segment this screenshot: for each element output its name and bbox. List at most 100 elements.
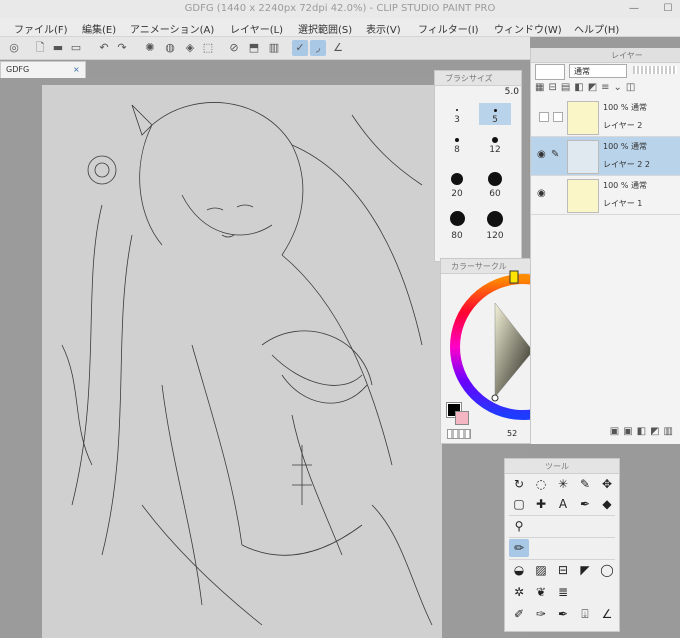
brush-size-cell[interactable]: 80 xyxy=(441,211,473,241)
layer-palette-title: レイヤー xyxy=(611,51,643,60)
transform-icon[interactable]: ⬒ xyxy=(246,40,262,56)
move-tool-icon[interactable]: ✥ xyxy=(597,475,617,493)
menu-layer[interactable]: レイヤー(L) xyxy=(230,21,283,36)
menu-filter[interactable]: フィルター(I) xyxy=(418,21,479,36)
pen-icon: ✎ xyxy=(551,149,560,160)
color-value-label: 52 xyxy=(507,429,518,438)
open-folder-icon[interactable]: ▬ xyxy=(50,40,66,56)
sub-color-swatch[interactable] xyxy=(455,411,469,425)
clear-icon[interactable]: ◍ xyxy=(162,40,178,56)
snap-ruler-icon[interactable]: ✓ xyxy=(292,40,308,56)
ruler-icon[interactable]: ◤ xyxy=(575,561,595,579)
brush-size-cell-selected[interactable]: 5 xyxy=(479,103,511,125)
tool-palette-header: ツール xyxy=(505,459,619,474)
gradient-icon[interactable]: ▨ xyxy=(531,561,551,579)
layer-row-selected[interactable]: ◉ ✎ 100 % 通常 レイヤー 2 2 xyxy=(531,137,680,176)
tool-separator xyxy=(509,537,615,538)
menu-view[interactable]: 表示(V) xyxy=(366,21,401,36)
brush-size-cell[interactable]: 3 xyxy=(441,103,473,125)
layer-mode: 100 % 通常 xyxy=(603,103,647,112)
snap-special-icon[interactable]: ◞ xyxy=(310,40,326,56)
brush-size-cell[interactable]: 60 xyxy=(479,171,511,199)
canvas-page[interactable] xyxy=(42,85,442,638)
color-circle-palette: カラーサークル 52 xyxy=(440,258,534,444)
decoration-icon[interactable]: ✲ xyxy=(509,583,529,601)
brush-tool-icon[interactable]: ✒ xyxy=(575,495,595,513)
layer-palette: レイヤー 通常 ▦⊟▤◧◩≡⌄◫ 100 % 通常 レイヤー 2 ◉ ✎ 100… xyxy=(530,48,680,444)
tool-palette-title: ツール xyxy=(545,462,569,471)
layer-row[interactable]: ◉ 100 % 通常 レイヤー 1 xyxy=(531,176,680,215)
blend-mode-select[interactable]: 通常 xyxy=(569,64,627,78)
loading-icon[interactable]: ✺ xyxy=(142,40,158,56)
marker-icon[interactable]: ✑ xyxy=(531,605,551,623)
command-bar: ◎ 🗋 ▬ ▭ ↶ ↷ ✺ ◍ ◈ ⬚ ⊘ ⬒ ▥ ✓ ◞ ∠ xyxy=(0,37,530,60)
eyedropper-tool-icon[interactable]: ✚ xyxy=(531,495,551,513)
close-tab-icon[interactable]: × xyxy=(73,65,80,74)
layer-thumbnail xyxy=(567,101,599,135)
transparent-color-swatch[interactable] xyxy=(447,429,471,439)
fill-icon[interactable]: ◈ xyxy=(182,40,198,56)
lasso-tool-icon[interactable]: ◌ xyxy=(531,475,551,493)
zoom-tool-icon[interactable]: ↻ xyxy=(509,475,529,493)
menu-help[interactable]: ヘルプ(H) xyxy=(574,21,619,36)
brush-size-cell[interactable]: 12 xyxy=(479,133,511,155)
deselect-icon[interactable]: ⊘ xyxy=(226,40,242,56)
maximize-button[interactable]: ☐ xyxy=(660,2,676,16)
brush-size-header: ブラシサイズ xyxy=(435,71,521,86)
eraser-tool-icon[interactable]: ◆ xyxy=(597,495,617,513)
airbrush-icon[interactable]: ≣ xyxy=(553,583,573,601)
eye-icon[interactable]: ◉ xyxy=(537,188,546,199)
fill-bucket-icon[interactable]: ◒ xyxy=(509,561,529,579)
menu-bar: ファイル(F) 編集(E) アニメーション(A) レイヤー(L) 選択範囲(S)… xyxy=(0,18,680,37)
color-picker-icon[interactable]: ✐ xyxy=(509,605,529,623)
layer-tool-icons[interactable]: ▦⊟▤◧◩≡⌄◫ xyxy=(535,82,677,96)
lock-pen-icon[interactable]: ⍗ xyxy=(575,605,595,623)
brush-size-cell[interactable]: 20 xyxy=(441,171,473,199)
selection-tool-icon[interactable]: ▢ xyxy=(509,495,529,513)
layer-lock-checkbox[interactable] xyxy=(553,112,563,122)
brush-size-palette: ブラシサイズ 5.0 3 5 8 12 20 60 80 120 xyxy=(434,70,522,262)
ruler-pen-icon[interactable]: ∠ xyxy=(330,40,346,56)
select-all-icon[interactable]: ⬚ xyxy=(200,40,216,56)
line-art-drawing xyxy=(61,102,433,626)
layer-palette-header: レイヤー xyxy=(531,48,680,63)
save-icon[interactable]: ▭ xyxy=(68,40,84,56)
redo-icon[interactable]: ↷ xyxy=(114,40,130,56)
layer-footer-icons[interactable]: ▣▣◧◩▥ xyxy=(535,426,677,440)
layer-row[interactable]: 100 % 通常 レイヤー 2 xyxy=(531,98,680,137)
menu-window[interactable]: ウィンドウ(W) xyxy=(494,21,562,36)
layer-name: レイヤー 2 xyxy=(603,121,643,130)
layer-visibility-checkbox[interactable] xyxy=(539,112,549,122)
balloon-icon[interactable]: ◯ xyxy=(597,561,617,579)
pencil-icon[interactable]: ✏ xyxy=(509,539,529,557)
clip-studio-icon[interactable]: ◎ xyxy=(6,40,22,56)
ruler-pen-icon[interactable]: ∠ xyxy=(597,605,617,623)
window-title: GDFG (1440 x 2240px 72dpi 42.0%) - CLIP … xyxy=(184,3,496,14)
layer-mode: 100 % 通常 xyxy=(603,181,647,190)
crop-icon[interactable]: ▥ xyxy=(266,40,282,56)
brush-size-cell[interactable]: 8 xyxy=(441,133,473,155)
blend-icon[interactable]: ❦ xyxy=(531,583,551,601)
magnifier-icon[interactable]: ⚲ xyxy=(509,517,529,535)
menu-animation[interactable]: アニメーション(A) xyxy=(130,21,214,36)
auto-select-tool-icon[interactable]: ✳ xyxy=(553,475,573,493)
text-tool-icon[interactable]: A xyxy=(553,495,573,513)
layer-mode: 100 % 通常 xyxy=(603,142,647,151)
menu-file[interactable]: ファイル(F) xyxy=(14,21,68,36)
brush-size-cell[interactable]: 120 xyxy=(479,211,511,241)
minimize-button[interactable]: — xyxy=(626,2,642,16)
opacity-slider[interactable] xyxy=(633,66,677,74)
dropper-icon[interactable]: ✒ xyxy=(553,605,573,623)
pen-tool-icon[interactable]: ✎ xyxy=(575,475,595,493)
brush-size-value[interactable]: 5.0 xyxy=(479,87,519,101)
new-file-icon[interactable]: 🗋 xyxy=(32,40,48,56)
document-tab-name: GDFG xyxy=(6,65,30,74)
eye-icon[interactable]: ◉ xyxy=(537,149,546,160)
layer-thumbnail xyxy=(567,179,599,213)
menu-selection[interactable]: 選択範囲(S) xyxy=(298,21,352,36)
document-tab[interactable]: GDFG × xyxy=(0,61,86,79)
frame-icon[interactable]: ⊟ xyxy=(553,561,573,579)
menu-edit[interactable]: 編集(E) xyxy=(82,21,116,36)
undo-icon[interactable]: ↶ xyxy=(96,40,112,56)
palette-color-dropdown[interactable] xyxy=(535,64,565,80)
